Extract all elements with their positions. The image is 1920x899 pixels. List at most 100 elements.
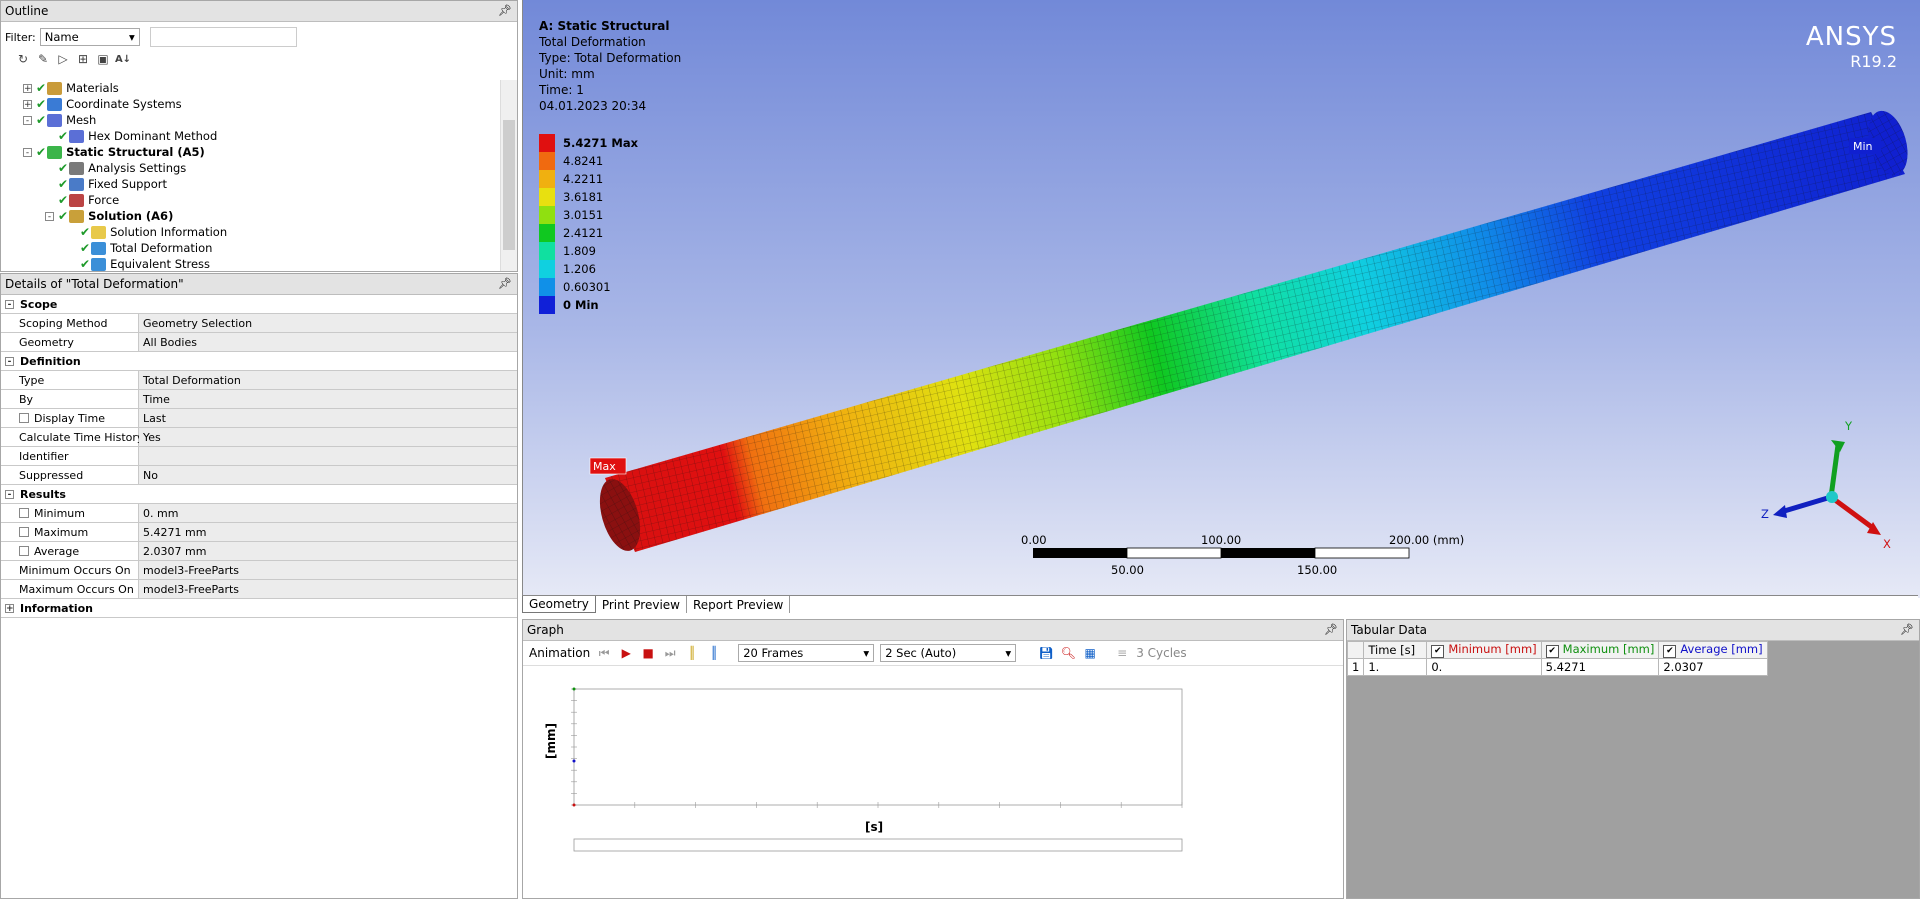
3d-viewport[interactable]: A: Static Structural Total Deformation Ty… — [522, 0, 1920, 598]
view-tab[interactable]: Geometry — [522, 596, 596, 613]
duration-select[interactable]: 2 Sec (Auto) ▾ — [880, 644, 1017, 662]
column-visibility-checkbox[interactable]: ✔ — [1431, 645, 1445, 658]
outline-scrollbar[interactable] — [500, 80, 517, 271]
tree-item[interactable]: ✔ Total Deformation — [67, 240, 212, 256]
details-value[interactable]: Total Deformation — [139, 371, 517, 389]
details-row[interactable]: Maximum 5.4271 mm — [1, 523, 517, 542]
tree-item[interactable]: - ✔ Mesh — [23, 112, 96, 128]
tree-item[interactable]: ✔ Fixed Support — [45, 176, 167, 192]
play-icon[interactable]: ▶︎ — [618, 645, 634, 661]
details-value[interactable]: Time — [139, 390, 517, 408]
parameter-checkbox[interactable] — [19, 527, 29, 537]
previous-frame-icon[interactable]: ⏮︎ — [596, 645, 612, 661]
tree-item[interactable]: - ✔ Solution (A6) — [45, 208, 173, 224]
export-video-icon[interactable]: 💾︎ — [1038, 645, 1054, 661]
column-header[interactable]: ✔ Average [mm] — [1658, 641, 1768, 659]
graph-canvas[interactable]: [mm] [s] — [523, 665, 1343, 899]
parameter-checkbox[interactable] — [19, 508, 29, 518]
column-visibility-checkbox[interactable]: ✔ — [1545, 645, 1559, 658]
column-header[interactable]: Time [s] — [1363, 641, 1428, 659]
column-header[interactable]: ✔ Minimum [mm] — [1426, 641, 1542, 659]
tree-item[interactable]: + ✔ Materials — [23, 80, 119, 96]
view-tab[interactable]: Report Preview — [687, 596, 791, 613]
pin-icon[interactable]: 📌︎ — [498, 4, 512, 17]
details-value[interactable]: Geometry Selection — [139, 314, 517, 332]
details-row[interactable]: Scoping Method Geometry Selection — [1, 314, 517, 333]
frames-select[interactable]: 20 Frames ▾ — [738, 644, 875, 662]
tree-item[interactable]: ✔ Force — [45, 192, 119, 208]
pin-icon[interactable]: 📌︎ — [1900, 623, 1914, 636]
details-row[interactable]: Geometry All Bodies — [1, 333, 517, 352]
details-row[interactable]: By Time — [1, 390, 517, 409]
details-category[interactable]: - Definition — [1, 352, 517, 371]
details-row[interactable]: Minimum Occurs On model3-FreeParts — [1, 561, 517, 580]
next-frame-icon[interactable]: ⏭︎ — [662, 645, 678, 661]
avg-point — [572, 759, 576, 763]
column-header[interactable]: ✔ Maximum [mm] — [1540, 641, 1660, 659]
filter-search-input[interactable] — [149, 27, 297, 47]
details-value[interactable]: 2.0307 mm — [139, 542, 517, 560]
axis-triad[interactable]: Y X Z — [1761, 419, 1891, 551]
tree-item[interactable]: ✔ Solution Information — [67, 224, 227, 240]
details-value[interactable]: Last — [139, 409, 517, 427]
details-value[interactable]: model3-FreeParts — [139, 561, 517, 579]
tree-item[interactable]: ✔ Equivalent Stress — [67, 256, 210, 271]
tree-item[interactable]: + ✔ Coordinate Systems — [23, 96, 182, 112]
details-category[interactable]: - Results — [1, 485, 517, 504]
details-row[interactable]: Maximum Occurs On model3-FreeParts — [1, 580, 517, 599]
details-row[interactable]: Calculate Time History Yes — [1, 428, 517, 447]
zoom-to-fit-icon[interactable]: 🔍︎ — [1060, 645, 1076, 661]
edit-icon[interactable]: ✎ — [35, 51, 51, 67]
details-value[interactable]: model3-FreeParts — [139, 580, 517, 598]
details-value[interactable]: 0. mm — [139, 504, 517, 522]
pin-icon[interactable]: 📌︎ — [498, 277, 512, 290]
details-title-bar: Details of "Total Deformation" 📌︎ — [1, 274, 517, 295]
details-row[interactable]: Suppressed No — [1, 466, 517, 485]
details-value[interactable]: 5.4271 mm — [139, 523, 517, 541]
details-category[interactable]: + Information — [1, 599, 517, 618]
details-category[interactable]: - Scope — [1, 295, 517, 314]
pin-icon[interactable]: 📌︎ — [1324, 623, 1338, 636]
details-row[interactable]: Display Time Last — [1, 409, 517, 428]
details-value[interactable]: Yes — [139, 428, 517, 446]
details-value[interactable]: No — [139, 466, 517, 484]
sort-icon[interactable]: A↓ — [115, 51, 131, 67]
details-row[interactable]: Type Total Deformation — [1, 371, 517, 390]
collapse-icon[interactable]: - — [5, 299, 14, 309]
view-tab[interactable]: Print Preview — [596, 596, 687, 613]
distributed-frames-icon[interactable]: ║ — [684, 645, 700, 661]
collapse-icon[interactable]: - — [45, 211, 54, 221]
tree-item[interactable]: - ✔ Static Structural (A5) — [23, 144, 205, 160]
expand-all-icon[interactable]: ⊞ — [75, 51, 91, 67]
details-row[interactable]: Identifier — [1, 447, 517, 466]
tree-item[interactable]: ✔ Analysis Settings — [45, 160, 186, 176]
parameter-checkbox[interactable] — [19, 413, 29, 423]
parameter-checkbox[interactable] — [19, 546, 29, 556]
tree-item[interactable]: ✔ Hex Dominant Method — [45, 128, 217, 144]
details-value[interactable] — [139, 447, 517, 465]
expand-icon[interactable]: + — [5, 603, 14, 613]
collapse-icon[interactable]: - — [23, 147, 32, 157]
stop-icon[interactable]: ■︎ — [640, 645, 656, 661]
refresh-icon[interactable]: ↻ — [15, 51, 31, 67]
expand-icon[interactable]: + — [23, 83, 32, 93]
tree-filter-icon[interactable]: ▷ — [55, 51, 71, 67]
collapse-icon[interactable]: - — [5, 356, 14, 366]
details-row[interactable]: Average 2.0307 mm — [1, 542, 517, 561]
collapse-icon[interactable]: - — [23, 115, 32, 125]
result-frames-icon[interactable]: ║ — [706, 645, 722, 661]
outline-scroll-thumb[interactable] — [503, 120, 515, 250]
search-folder-icon[interactable]: ▣ — [95, 51, 111, 67]
expand-icon[interactable]: + — [23, 99, 32, 109]
cycles-icon[interactable]: ≡ — [1114, 645, 1130, 661]
filter-select[interactable]: Name ▾ — [39, 28, 140, 46]
scale-label-200: 200.00 (mm) — [1389, 533, 1464, 547]
details-row[interactable]: Minimum 0. mm — [1, 504, 517, 523]
time-scrubber[interactable] — [573, 838, 1183, 852]
table-row[interactable]: 1 1. 0. 5.4271 2.0307 — [1347, 658, 1768, 676]
table-cell: 0. — [1426, 658, 1542, 676]
details-value[interactable]: All Bodies — [139, 333, 517, 351]
column-visibility-checkbox[interactable]: ✔ — [1663, 645, 1677, 658]
collapse-icon[interactable]: - — [5, 489, 14, 499]
frame-grid-icon[interactable]: ▦ — [1082, 645, 1098, 661]
